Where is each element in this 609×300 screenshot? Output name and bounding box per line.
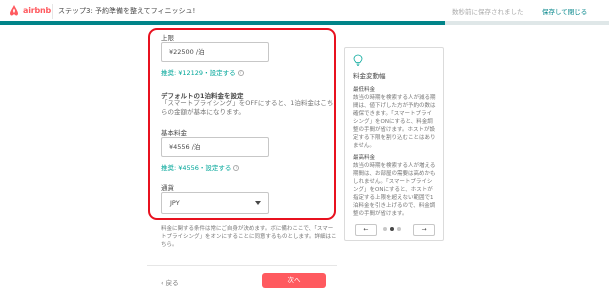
base-price-input[interactable]: ¥4556 /泊 <box>161 137 269 157</box>
tip-pagination-dots <box>383 227 401 231</box>
pricing-footnote: 料金に関する条件は常にご自身が決めます。ボに備わここで、「スマートプライシング」… <box>161 226 337 248</box>
chevron-down-icon <box>255 201 261 205</box>
next-button[interactable]: 次へ <box>262 273 326 288</box>
airbnb-logo-icon <box>10 5 18 16</box>
pagination-dot[interactable] <box>383 227 387 231</box>
progress-bar <box>0 21 609 25</box>
base-price-hint-text[interactable]: 推奨: ¥4556・設定する <box>161 164 231 172</box>
base-price-suggestion[interactable]: 推奨: ¥4556・設定する? <box>161 162 240 172</box>
next-tip-button[interactable]: → <box>413 224 435 236</box>
base-price-label: 基本料金 <box>161 129 187 137</box>
header-divider <box>52 4 53 19</box>
default-price-description: 「スマートプライシング」をOFFにすると、1泊料金はこちらの金額が基本になります… <box>161 99 334 116</box>
min-price-subheading: 最低料金 <box>353 87 376 93</box>
logo-text: airbnb <box>23 6 52 15</box>
save-and-exit-link[interactable]: 保存して閉じる <box>542 6 587 16</box>
lightbulb-icon <box>353 54 363 66</box>
currency-selected-value: JPY <box>170 199 180 207</box>
previous-tip-button[interactable]: ← <box>355 224 377 236</box>
pricing-tips-card: 料金変動幅 最低料金 該当の時期を検索する人が減る期間は、値下げした方が予約の数… <box>344 47 444 241</box>
info-icon[interactable]: ? <box>237 70 244 76</box>
footer-divider <box>147 265 337 266</box>
currency-select[interactable]: JPY <box>161 192 269 214</box>
max-price-subheading: 最高料金 <box>353 155 376 161</box>
max-price-label: 上限 <box>161 34 174 42</box>
max-price-hint-text[interactable]: 推奨: ¥12129・設定する <box>161 69 236 77</box>
max-price-suggestion[interactable]: 推奨: ¥12129・設定する? <box>161 67 244 77</box>
info-icon[interactable]: ? <box>233 165 240 171</box>
max-price-explanation: 該当の時期を検索する人が増える期間は、お部屋の需要は高めかもしれません。「スマー… <box>353 163 436 217</box>
back-button[interactable]: ‹ 戻る <box>161 277 179 287</box>
save-status-text: 数秒前に保存されました <box>452 8 524 16</box>
tip-heading: 料金変動幅 <box>353 72 386 80</box>
currency-label: 通貨 <box>161 184 174 192</box>
step-title: ステップ3: 予約準備を整えてフィニッシュ! <box>58 7 196 15</box>
max-price-input[interactable]: ¥22500 /泊 <box>161 42 269 62</box>
progress-bar-fill <box>0 21 445 25</box>
pagination-dot[interactable] <box>397 227 401 231</box>
min-price-explanation: 該当の時期を検索する人が減る期間は、値下げした方が予約の数は確保できます。「スマ… <box>353 95 436 149</box>
top-navigation-bar: airbnb ステップ3: 予約準備を整えてフィニッシュ! 数秒前に保存されまし… <box>0 0 609 25</box>
pricing-form: 上限 ¥22500 /泊 推奨: ¥12129・設定する? デフォルトの1泊料金… <box>147 28 337 218</box>
pagination-dot-active[interactable] <box>390 227 394 231</box>
airbnb-logo[interactable]: airbnb <box>8 4 51 17</box>
